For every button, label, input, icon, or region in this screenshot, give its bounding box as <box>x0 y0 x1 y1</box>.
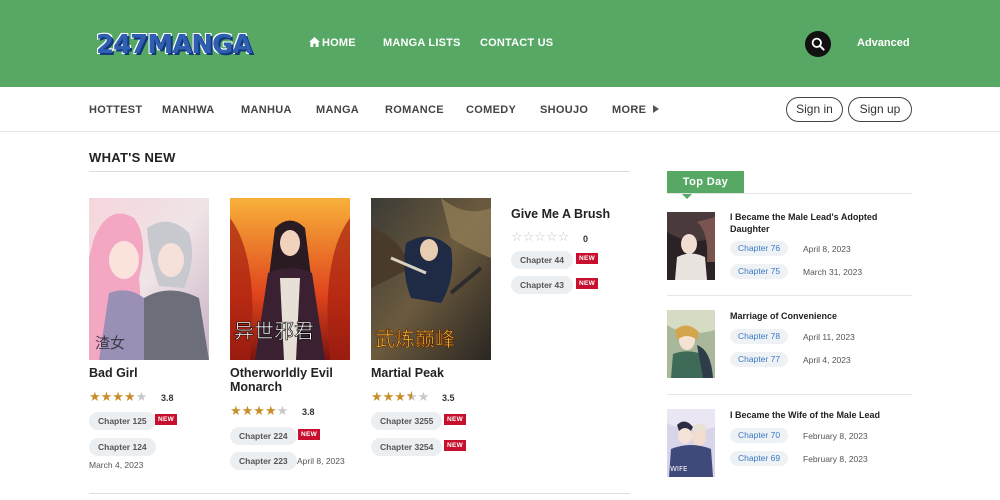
chapter-link[interactable]: Chapter 3254 <box>371 438 443 456</box>
chapter-date: April 11, 2023 <box>803 332 855 342</box>
new-badge: NEW <box>444 414 467 425</box>
chapter-date: April 8, 2023 <box>297 456 345 466</box>
chapter-link[interactable]: Chapter 224 <box>230 427 297 445</box>
chapter-date: March 31, 2023 <box>803 267 863 277</box>
chapter-link[interactable]: Chapter 3255 <box>371 412 443 430</box>
top-day-tab[interactable]: Top Day <box>667 171 744 193</box>
item-divider <box>667 295 912 296</box>
manga-cover[interactable]: 武炼巅峰 <box>371 198 491 360</box>
chapter-date: April 8, 2023 <box>803 244 851 254</box>
chapter-link[interactable]: Chapter 70 <box>730 428 789 443</box>
chapter-link[interactable]: Chapter 75 <box>730 264 789 279</box>
chapter-link[interactable]: Chapter 76 <box>730 241 789 256</box>
category-more-label: MORE <box>612 104 647 116</box>
rating-stars: ★★★★★ <box>89 389 148 404</box>
rating-value: 0 <box>583 234 589 244</box>
manga-title[interactable]: I Became the Male Lead's Adopted Daughte… <box>730 212 912 235</box>
rating-value: 3.8 <box>302 407 315 417</box>
category-manhua[interactable]: MANHUA <box>241 104 292 116</box>
chapter-date: March 4, 2023 <box>89 460 144 470</box>
new-badge: NEW <box>444 440 467 451</box>
section-divider <box>89 171 630 172</box>
rating-stars: ★★★★★ <box>230 403 289 418</box>
whats-new-heading: WHAT'S NEW <box>89 150 176 165</box>
category-manhwa[interactable]: MANHWA <box>162 104 215 116</box>
chapter-date: April 4, 2023 <box>803 355 851 365</box>
chapter-link[interactable]: Chapter 44 <box>511 251 573 269</box>
new-badge: NEW <box>155 414 178 425</box>
category-shoujo[interactable]: SHOUJO <box>540 104 588 116</box>
rating-stars: ★★★★★★ <box>371 389 430 404</box>
chapter-link[interactable]: Chapter 77 <box>730 352 789 367</box>
manga-cover[interactable]: 渣女 <box>89 198 209 360</box>
category-hottest[interactable]: HOTTEST <box>89 104 142 116</box>
nav-manga-lists[interactable]: MANGA LISTS <box>383 37 461 49</box>
item-divider <box>667 394 912 395</box>
nav-contact-us[interactable]: CONTACT US <box>480 37 553 49</box>
new-badge: NEW <box>576 253 599 264</box>
chapter-link[interactable]: Chapter 124 <box>89 438 156 456</box>
rating-value: 3.8 <box>161 393 174 403</box>
sign-up-button[interactable]: Sign up <box>848 97 912 122</box>
svg-text:WIFE: WIFE <box>670 465 687 473</box>
manga-title[interactable]: I Became the Wife of the Male Lead <box>730 410 912 422</box>
home-icon <box>309 37 320 47</box>
category-romance[interactable]: ROMANCE <box>385 104 444 116</box>
site-logo[interactable]: 247MANGA <box>96 30 252 60</box>
rating-stars: ☆☆☆☆☆ <box>511 229 570 244</box>
manga-title[interactable]: Martial Peak <box>371 366 496 380</box>
svg-text:异世邪君: 异世邪君 <box>234 319 314 343</box>
manga-cover[interactable] <box>667 212 715 280</box>
category-comedy[interactable]: COMEDY <box>466 104 516 116</box>
site-header: 247MANGA HOME MANGA LISTS CONTACT US Adv… <box>0 0 1000 87</box>
search-button[interactable] <box>805 31 831 57</box>
svg-text:渣女: 渣女 <box>95 334 125 352</box>
manga-cover[interactable]: WIFE <box>667 409 715 477</box>
new-badge: NEW <box>576 278 599 289</box>
manga-cover[interactable] <box>667 310 715 378</box>
chapter-link[interactable]: Chapter 69 <box>730 451 789 466</box>
manga-title[interactable]: Give Me A Brush <box>511 207 636 221</box>
manga-title[interactable]: Otherworldly Evil Monarch <box>230 366 355 394</box>
chapter-link[interactable]: Chapter 78 <box>730 329 789 344</box>
chapter-link[interactable]: Chapter 125 <box>89 412 156 430</box>
caret-right-icon <box>653 105 660 113</box>
search-icon <box>811 37 825 51</box>
rating-value: 3.5 <box>442 393 455 403</box>
nav-home[interactable]: HOME <box>309 37 356 49</box>
sign-in-button[interactable]: Sign in <box>786 97 843 122</box>
section-divider <box>89 493 630 494</box>
chapter-link[interactable]: Chapter 43 <box>511 276 573 294</box>
new-badge: NEW <box>298 429 321 440</box>
manga-title[interactable]: Bad Girl <box>89 366 214 380</box>
manga-cover[interactable]: 异世邪君 <box>230 198 350 360</box>
advanced-search-link[interactable]: Advanced <box>857 37 910 49</box>
category-manga[interactable]: MANGA <box>316 104 359 116</box>
chapter-date: February 8, 2023 <box>803 454 868 464</box>
svg-text:武炼巅峰: 武炼巅峰 <box>375 327 455 351</box>
nav-home-label: HOME <box>322 37 356 49</box>
manga-title[interactable]: Marriage of Convenience <box>730 311 912 323</box>
category-nav: HOTTEST MANHWA MANHUA MANGA ROMANCE COME… <box>0 87 1000 132</box>
chapter-link[interactable]: Chapter 223 <box>230 452 297 470</box>
sidebar-divider <box>667 193 912 194</box>
chapter-date: February 8, 2023 <box>803 431 868 441</box>
category-more[interactable]: MORE <box>612 104 660 116</box>
